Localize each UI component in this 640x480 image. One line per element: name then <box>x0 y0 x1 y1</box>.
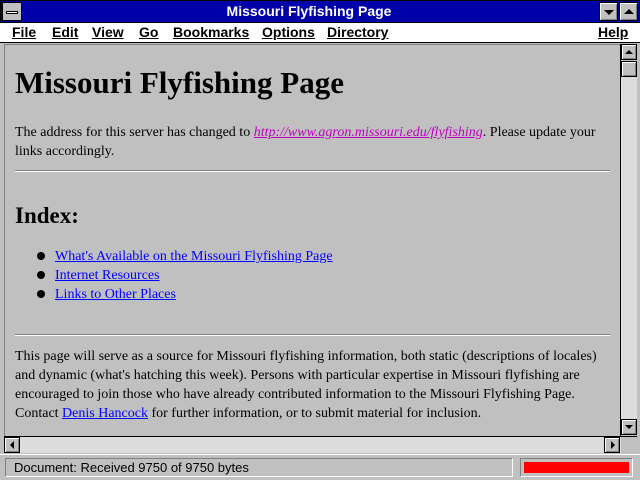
link-other-places[interactable]: Links to Other Places <box>55 287 176 302</box>
address-change-notice: The address for this server has changed … <box>15 123 609 161</box>
menu-help[interactable]: Help <box>598 24 628 40</box>
link-internet-resources[interactable]: Internet Resources <box>55 268 160 283</box>
list-item: Links to Other Places <box>37 285 333 304</box>
scroll-left-button[interactable] <box>4 437 20 453</box>
minimize-button[interactable] <box>599 2 618 21</box>
notice-prefix: The address for this server has changed … <box>15 125 254 140</box>
browser-window: Missouri Flyfishing Page File Edit View … <box>0 0 640 480</box>
contact-link[interactable]: Denis Hancock <box>62 406 148 421</box>
maximize-icon <box>624 9 634 14</box>
index-list: What's Available on the Missouri Flyfish… <box>37 247 333 304</box>
title-bar: Missouri Flyfishing Page <box>0 0 640 23</box>
maximize-button[interactable] <box>619 2 638 21</box>
arrow-down-icon <box>625 425 633 429</box>
vertical-scroll-track[interactable] <box>621 77 637 419</box>
menu-edit[interactable]: Edit <box>52 24 78 40</box>
horizontal-rule <box>15 170 610 172</box>
menu-options[interactable]: Options <box>262 24 315 40</box>
menu-directory[interactable]: Directory <box>327 24 388 40</box>
status-bar: Document: Received 9750 of 9750 bytes <box>0 454 640 480</box>
scroll-up-button[interactable] <box>621 44 637 60</box>
menu-file[interactable]: File <box>12 24 36 40</box>
horizontal-rule <box>15 334 610 336</box>
bullet-icon <box>37 290 45 298</box>
menu-go[interactable]: Go <box>139 24 158 40</box>
system-menu-icon <box>6 11 18 14</box>
system-menu-button[interactable] <box>2 2 22 21</box>
arrow-right-icon <box>611 441 615 449</box>
description-suffix: for further information, or to submit ma… <box>147 406 482 421</box>
menu-view[interactable]: View <box>92 24 124 40</box>
page-title: Missouri Flyfishing Page <box>15 65 344 100</box>
status-text: Document: Received 9750 of 9750 bytes <box>5 458 513 477</box>
scrollbar-corner <box>621 436 637 453</box>
scroll-right-button[interactable] <box>604 437 620 453</box>
menu-bar: File Edit View Go Bookmarks Options Dire… <box>0 23 640 43</box>
vertical-scroll-thumb[interactable] <box>621 61 637 77</box>
vertical-scrollbar[interactable] <box>620 44 637 436</box>
new-server-link[interactable]: http://www.agron.missouri.edu/flyfishing <box>254 125 483 140</box>
index-heading: Index: <box>15 203 79 228</box>
menu-bookmarks[interactable]: Bookmarks <box>173 24 249 40</box>
bullet-icon <box>37 252 45 260</box>
minimize-icon <box>604 10 614 15</box>
link-whats-available[interactable]: What's Available on the Missouri Flyfish… <box>55 249 333 264</box>
document-viewport[interactable]: Missouri Flyfishing Page The address for… <box>4 44 620 436</box>
page-description: This page will serve as a source for Mis… <box>15 347 611 423</box>
arrow-up-icon <box>625 50 633 54</box>
horizontal-scrollbar[interactable] <box>4 436 621 453</box>
bullet-icon <box>37 271 45 279</box>
scroll-down-button[interactable] <box>621 419 637 435</box>
progress-indicator <box>520 458 633 477</box>
arrow-left-icon <box>10 441 14 449</box>
progress-fill <box>524 462 629 473</box>
list-item: What's Available on the Missouri Flyfish… <box>37 247 333 266</box>
list-item: Internet Resources <box>37 266 333 285</box>
window-title: Missouri Flyfishing Page <box>226 3 392 19</box>
